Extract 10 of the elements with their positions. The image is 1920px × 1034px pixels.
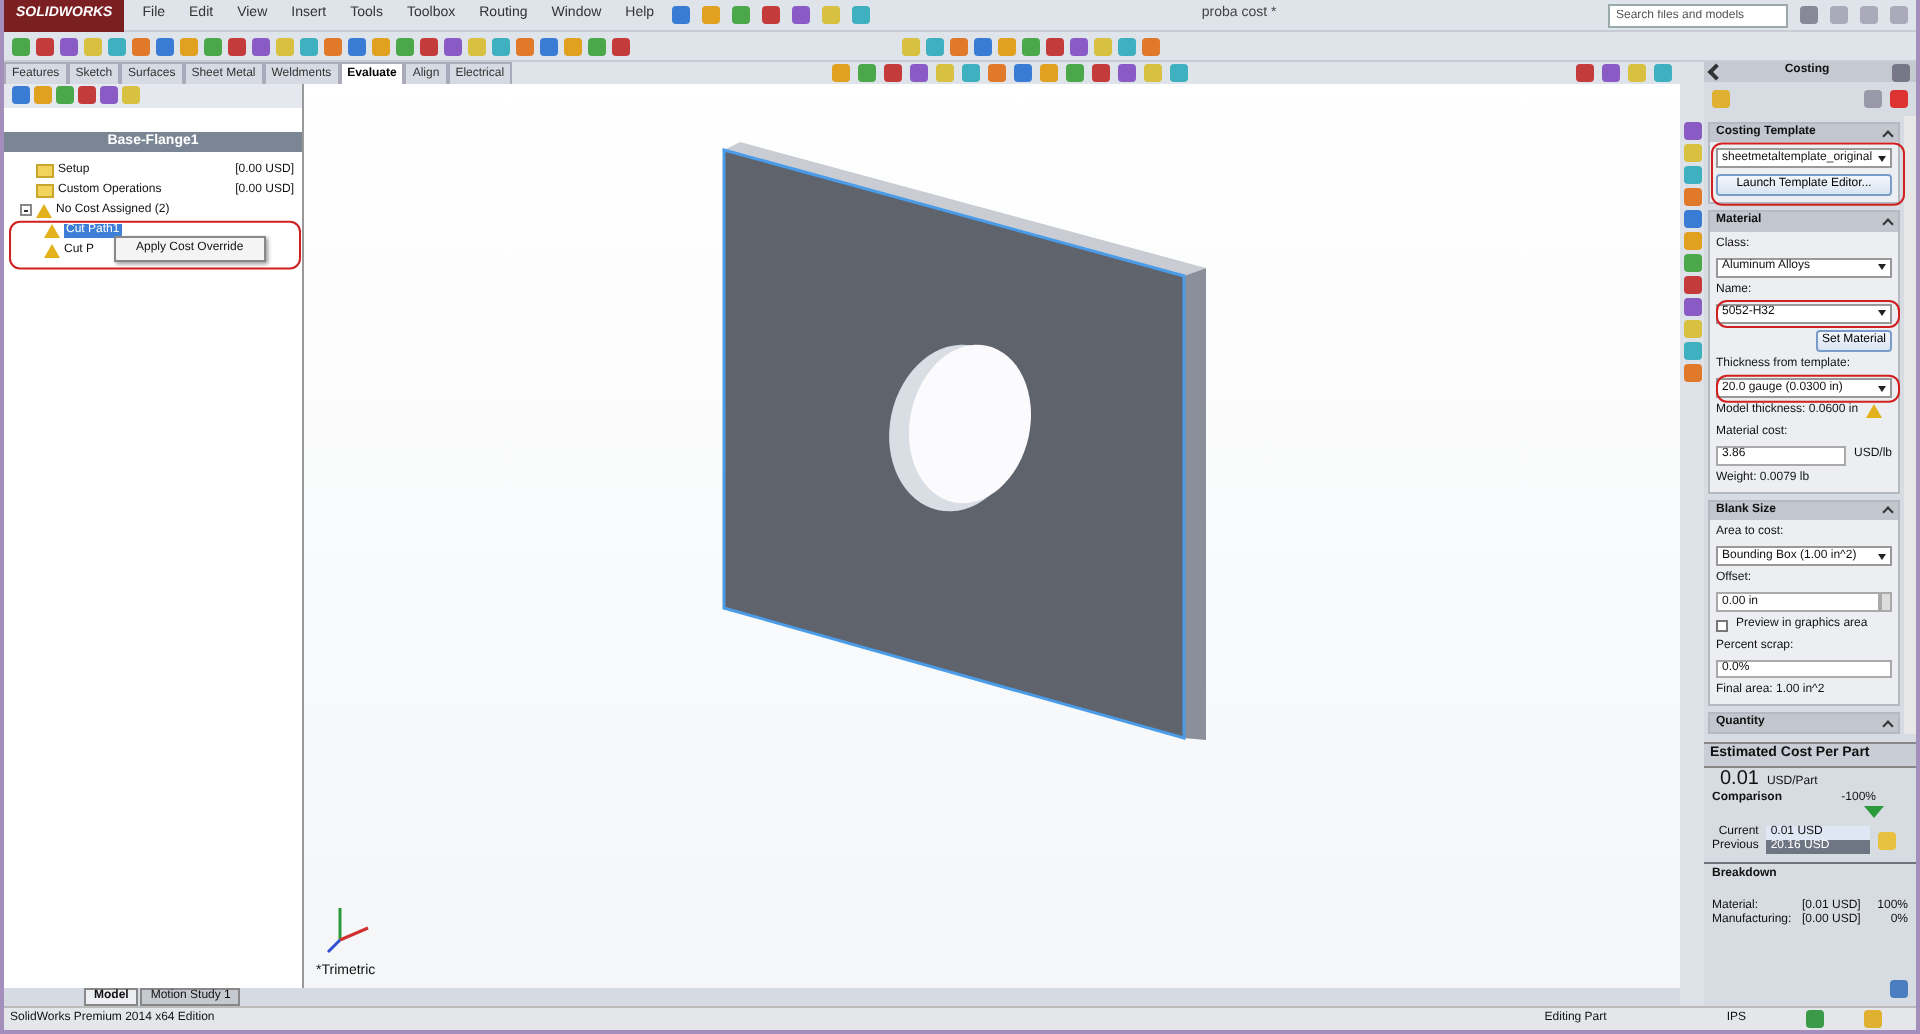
cost-value: 0.01: [1720, 767, 1759, 791]
collapse-icon[interactable]: [1882, 218, 1894, 230]
warning-icon: [1866, 404, 1883, 419]
collapse-icon[interactable]: [1882, 129, 1894, 141]
spinner-icon[interactable]: [1880, 592, 1892, 613]
collapse-toggle[interactable]: [20, 204, 32, 217]
axis-triad-icon: [326, 908, 369, 954]
collapse-icon[interactable]: [1882, 719, 1894, 732]
scrollbar[interactable]: [1904, 116, 1916, 735]
checkbox[interactable]: [1716, 620, 1728, 633]
